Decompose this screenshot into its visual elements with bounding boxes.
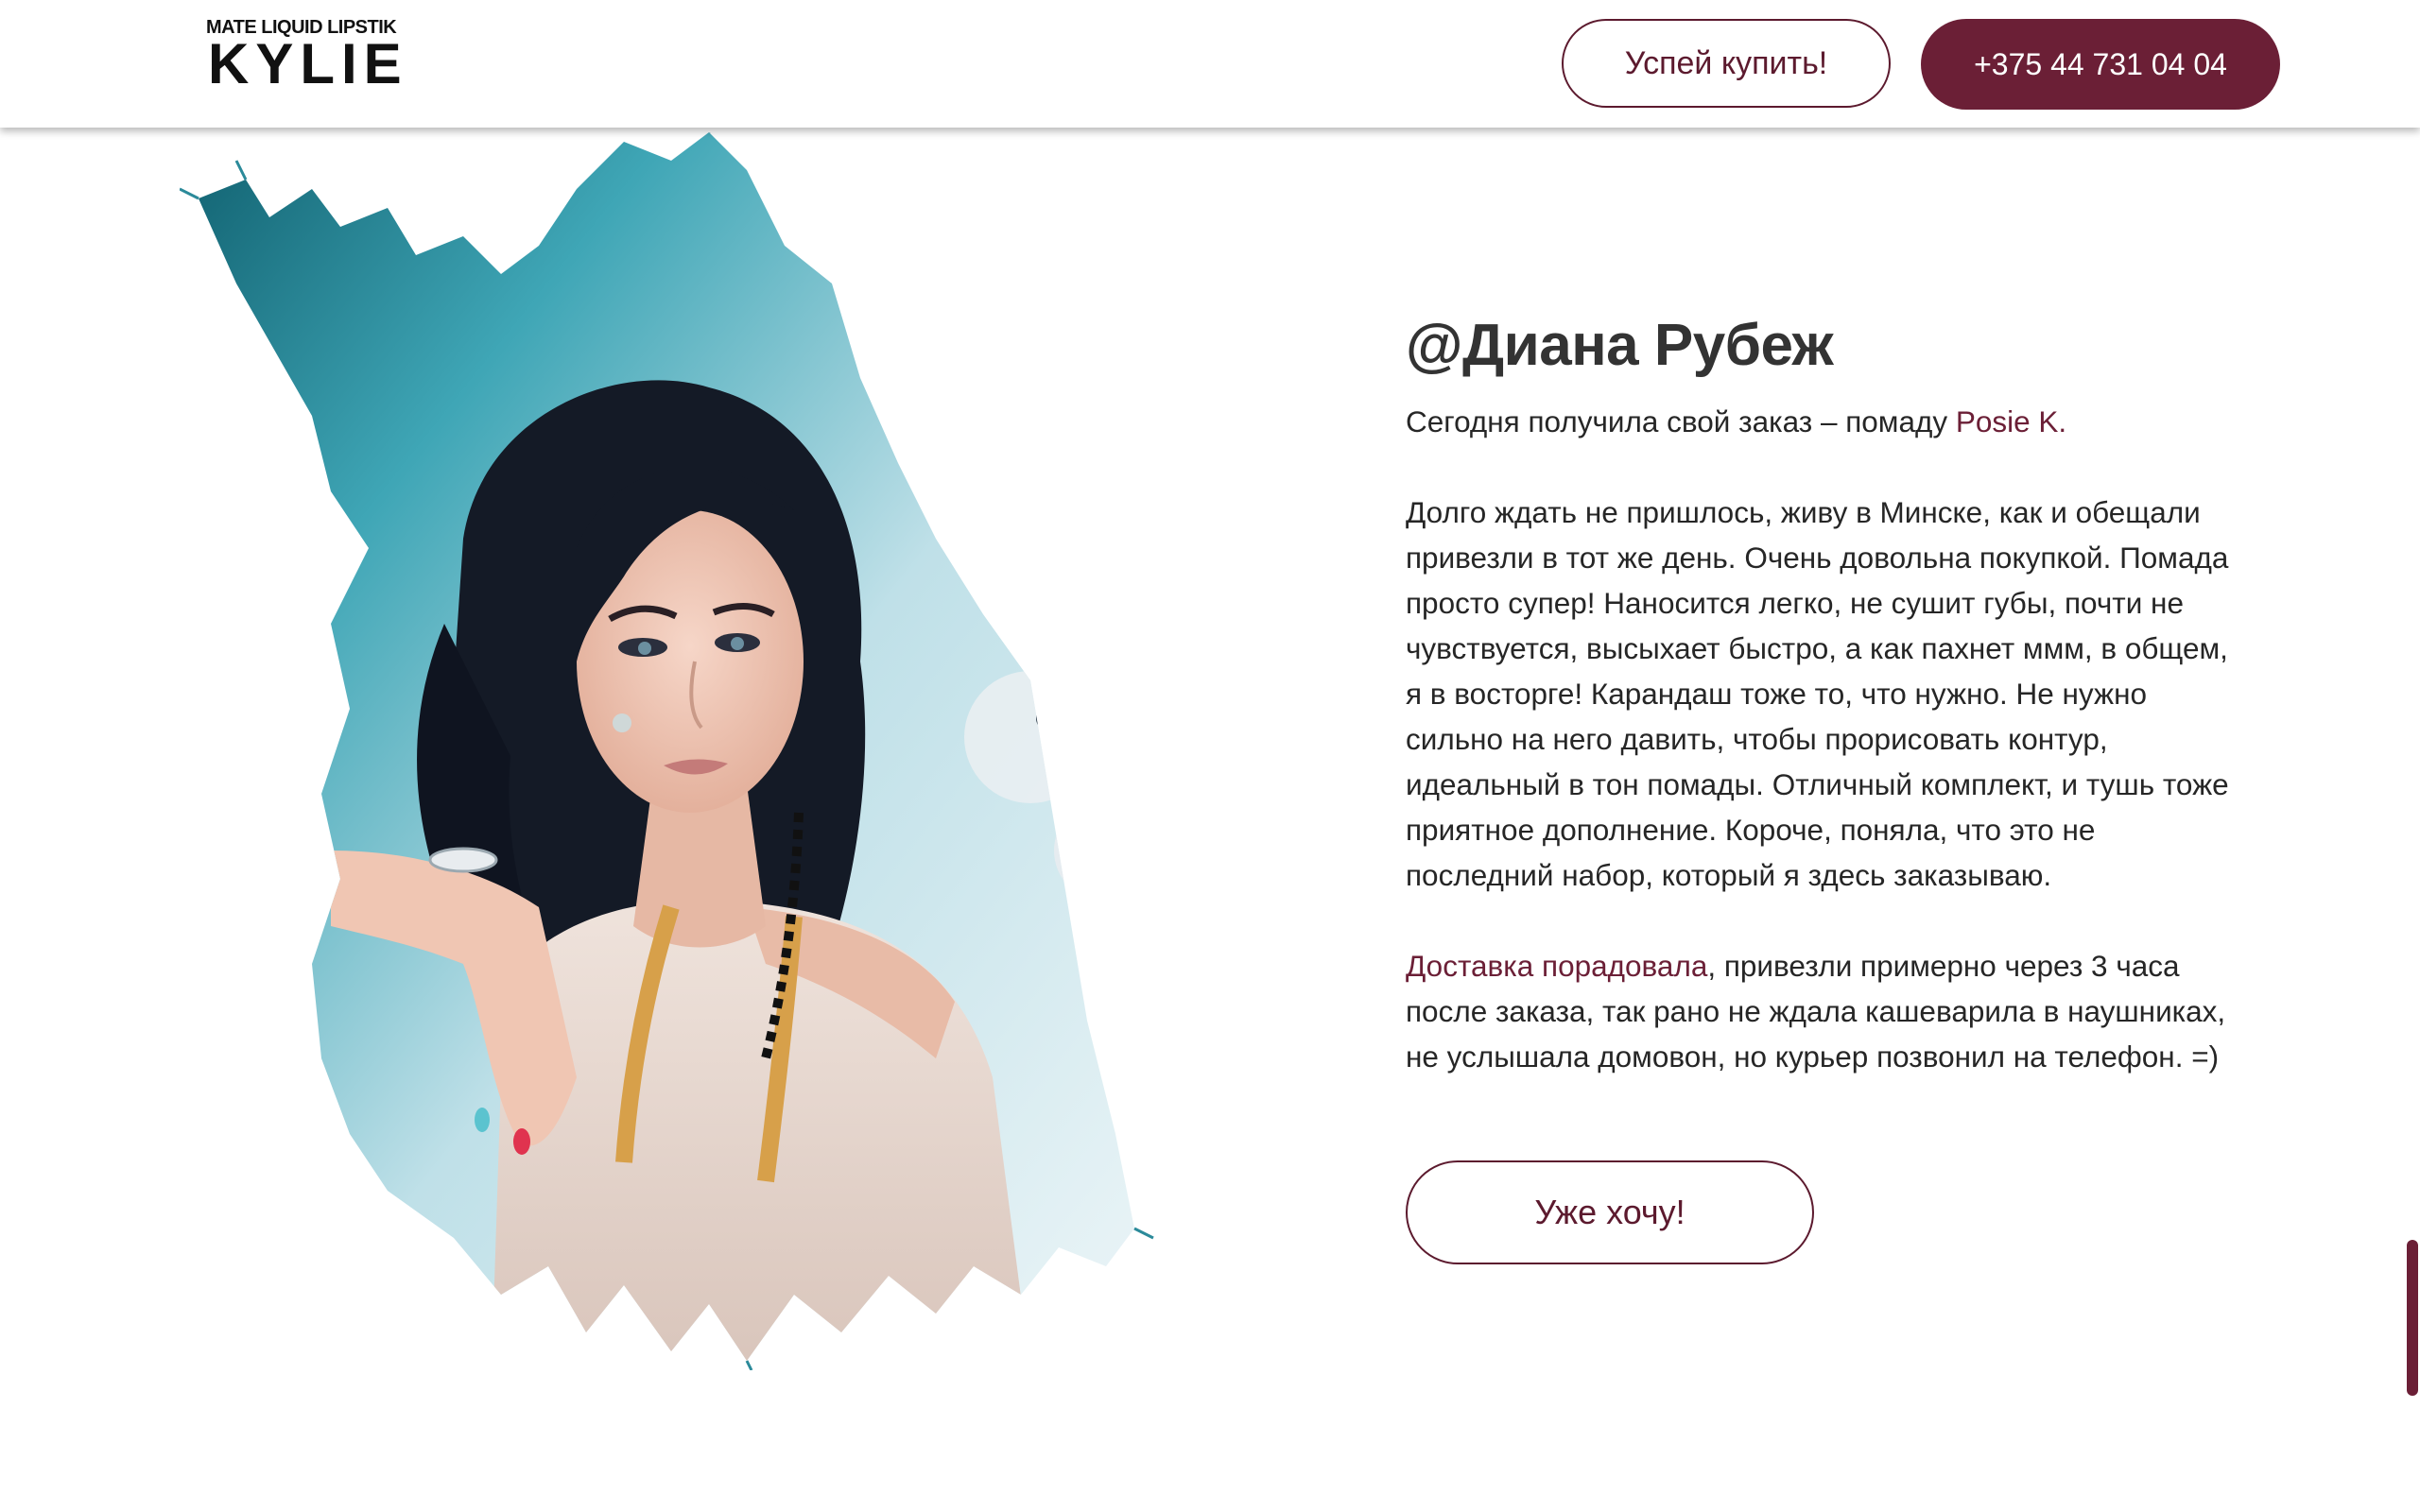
want-now-button[interactable]: Уже хочу! [1406,1160,1814,1264]
review-intro: Сегодня получила свой заказ – помаду Pos… [1406,399,2238,444]
hurry-buy-button[interactable]: Успей купить! [1562,19,1891,108]
site-header: MATE LIQUID LIPSTIK KYLIE Успей купить! … [0,0,2420,128]
phone-button[interactable]: +375 44 731 04 04 [1921,19,2280,110]
review-author: @Диана Рубеж [1406,313,1834,378]
review-delivery: Доставка порадовала, привезли примерно ч… [1406,943,2238,1079]
delivery-highlight: Доставка порадовала [1406,949,1708,983]
kylie-logo[interactable]: MATE LIQUID LIPSTIK KYLIE [206,17,405,97]
review-body: Долго ждать не пришлось, живу в Минске, … [1406,495,2229,892]
review-block: @Диана Рубеж Сегодня получила свой заказ… [1406,312,2238,1079]
scrollbar-thumb[interactable] [2407,1240,2418,1396]
logo-title: KYLIE [208,32,408,95]
review-intro-text: Сегодня получила свой заказ – помаду [1406,404,1956,438]
product-link[interactable]: Posie K. [1956,404,2066,438]
reviewer-photo [180,132,1154,1370]
